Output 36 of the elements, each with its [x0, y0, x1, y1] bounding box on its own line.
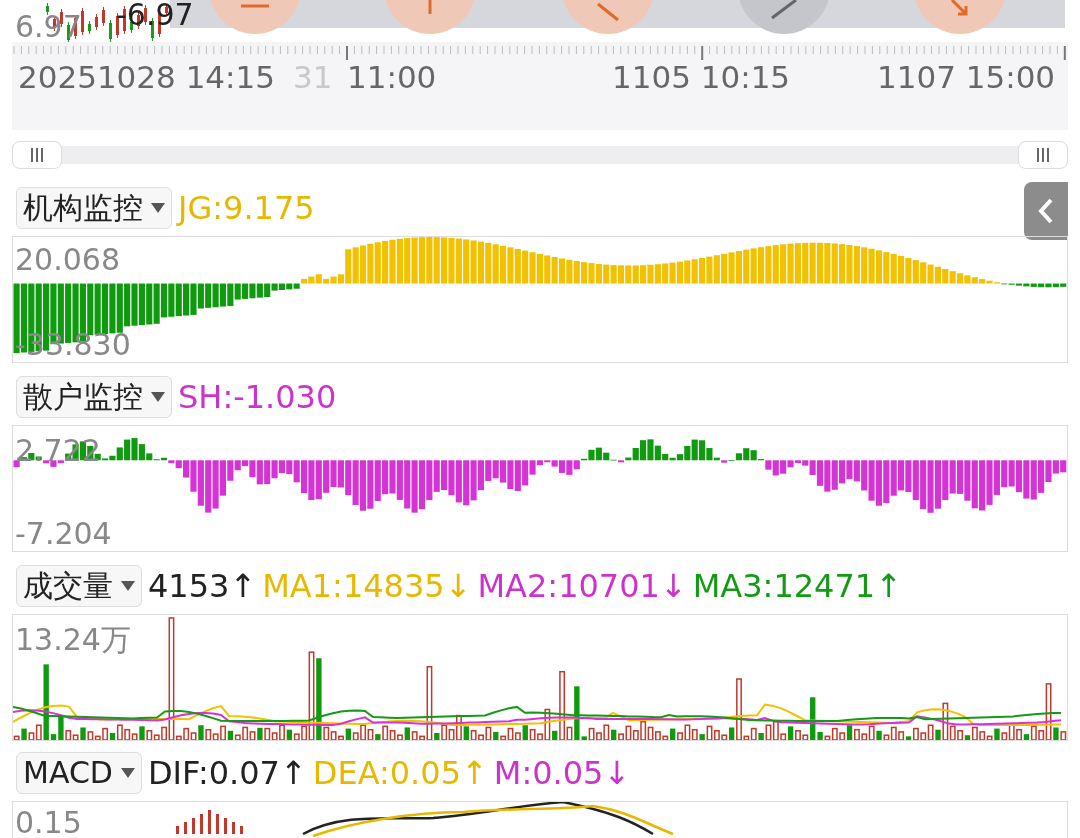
- indicator-value: DIF:0.07↑: [147, 757, 307, 789]
- indicator-value: DEA:0.05↑: [312, 757, 488, 789]
- time-label: 1107 15:00: [877, 62, 1056, 93]
- indicator-value: MA1:14835↓: [262, 570, 472, 602]
- tool-button[interactable]: [209, 0, 301, 34]
- slider-handle[interactable]: [12, 141, 62, 169]
- collapse-button[interactable]: [1024, 182, 1068, 240]
- indicator-value: 4153↑: [148, 570, 257, 602]
- indicator-value: MA3:12471↑: [692, 570, 902, 602]
- grip-icon: [1035, 148, 1051, 162]
- time-label: 20251028 14:15: [18, 62, 275, 93]
- axis-label: 13.24万: [15, 625, 131, 655]
- axis-label: -7.204: [15, 519, 112, 549]
- indicator-value: MA2:10701↓: [477, 570, 687, 602]
- indicator-dropdown[interactable]: 成交量: [16, 565, 142, 607]
- indicator-dropdown[interactable]: 机构监控: [16, 187, 172, 229]
- caret-icon: [151, 392, 165, 402]
- grip-icon: [29, 148, 45, 162]
- indicator-value: SH:-1.030: [178, 381, 337, 413]
- caret-icon: [151, 203, 165, 213]
- caret-icon: [120, 768, 135, 778]
- time-label: 1105 10:15: [612, 62, 791, 93]
- axis-label: 20.068: [15, 245, 120, 275]
- indicator-value: JG:9.175: [178, 192, 315, 224]
- time-label: 11:00: [347, 62, 437, 93]
- caret-icon: [121, 581, 135, 591]
- indicator-dropdown[interactable]: 散户监控: [16, 376, 172, 418]
- macd-bars-drawing: [176, 810, 243, 834]
- tool-button[interactable]: [562, 0, 654, 34]
- axis-label: 0.15: [15, 808, 82, 838]
- indicator-value: M:0.05↓: [493, 757, 631, 789]
- tool-button[interactable]: [914, 0, 1006, 34]
- chevron-left-icon: [1038, 198, 1054, 224]
- slider-handle[interactable]: [1018, 141, 1068, 169]
- tool-button[interactable]: [738, 0, 830, 34]
- indicator-dropdown[interactable]: MACD: [16, 752, 142, 794]
